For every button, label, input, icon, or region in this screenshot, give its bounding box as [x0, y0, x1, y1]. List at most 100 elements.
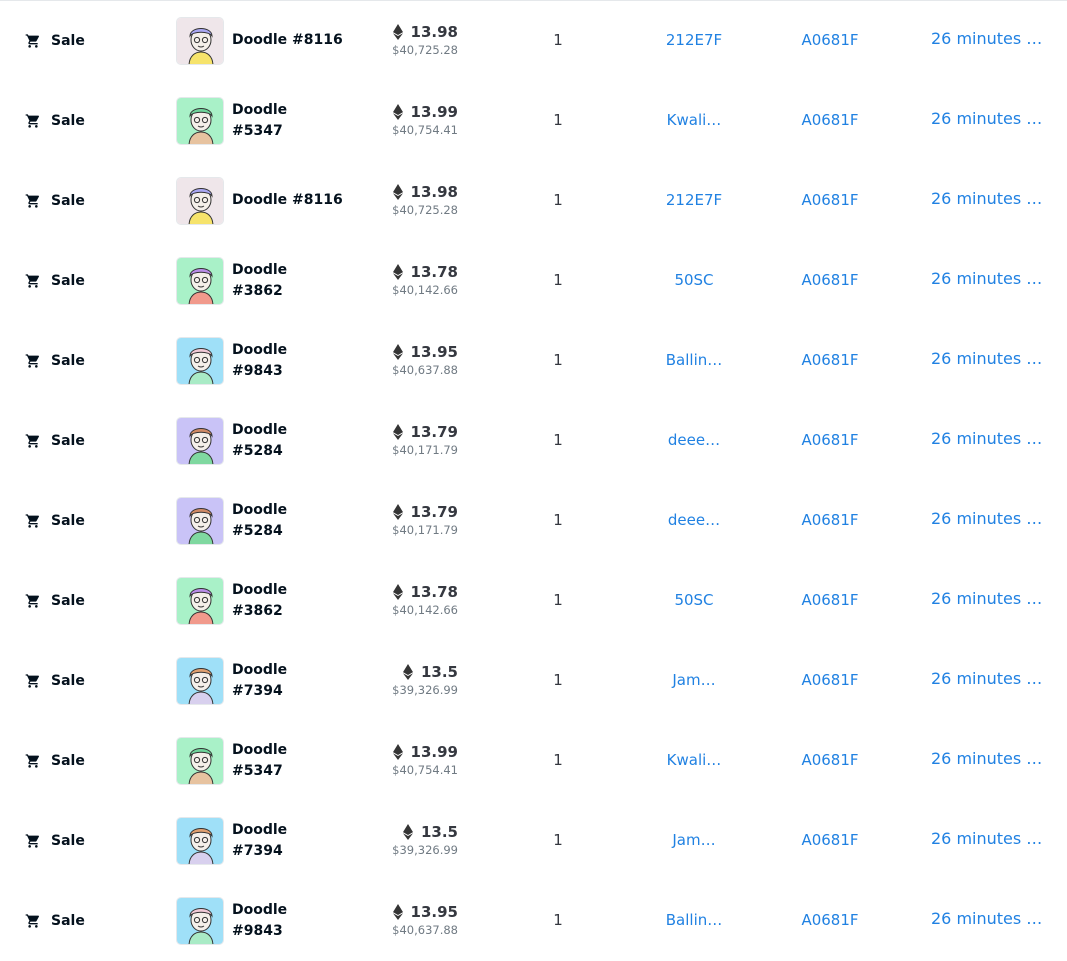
time-link[interactable]: 26 minutes ago	[931, 349, 1051, 368]
to-account-link[interactable]: A0681F	[798, 751, 862, 769]
event-label: Sale	[51, 33, 85, 49]
to-account-link[interactable]: A0681F	[798, 271, 862, 289]
price-eth: 13.95	[360, 902, 458, 922]
item-name-link[interactable]: Doodle #3862	[232, 260, 342, 302]
price-usd: $40,142.66	[392, 603, 458, 617]
from-account-link[interactable]: Ballin…	[662, 911, 726, 929]
price-usd: $39,326.99	[392, 683, 458, 697]
from-account-link[interactable]: Kwali…	[662, 751, 726, 769]
event-cell: Sale	[25, 432, 85, 450]
from-account-link[interactable]: Jam…	[662, 831, 726, 849]
item-thumbnail[interactable]	[176, 257, 224, 305]
table-row[interactable]: Sale Doodle #5284 13.79 $40,171.79 1 dee…	[0, 481, 1067, 561]
item-name-line1: Doodle #8116	[232, 192, 343, 208]
item-thumbnail[interactable]	[176, 497, 224, 545]
from-account-link[interactable]: Ballin…	[662, 351, 726, 369]
item-name-link[interactable]: Doodle #9843	[232, 900, 342, 942]
time-link[interactable]: 26 minutes ago	[931, 109, 1051, 128]
item-name-link[interactable]: Doodle #7394	[232, 820, 342, 862]
price-eth-value: 13.5	[420, 823, 458, 841]
item-name-link[interactable]: Doodle #5347	[232, 100, 342, 142]
table-row[interactable]: Sale Doodle #7394 13.5 $39,326.99 1 Jam……	[0, 641, 1067, 721]
time-link[interactable]: 26 minutes ago	[931, 429, 1051, 448]
to-account-link[interactable]: A0681F	[798, 191, 862, 209]
time-link[interactable]: 26 minutes ago	[931, 509, 1051, 528]
to-account-link[interactable]: A0681F	[798, 111, 862, 129]
to-account-link[interactable]: A0681F	[798, 31, 862, 49]
from-account-link[interactable]: deee…	[662, 431, 726, 449]
item-name-line1: Doodle	[232, 822, 288, 838]
from-account-link[interactable]: 50SC	[662, 591, 726, 609]
quantity: 1	[553, 271, 563, 289]
price-eth-value: 13.99	[410, 743, 458, 761]
table-row[interactable]: Sale Doodle #9843 13.95 $40,637.88 1 Bal…	[0, 321, 1067, 401]
table-row[interactable]: Sale Doodle #7394 13.5 $39,326.99 1 Jam……	[0, 801, 1067, 881]
from-account-link[interactable]: 212E7F	[662, 191, 726, 209]
item-name-link[interactable]: Doodle #5284	[232, 420, 342, 462]
price-cell: 13.79 $40,171.79	[360, 502, 458, 538]
time-link[interactable]: 26 minutes ago	[931, 909, 1051, 928]
time-link[interactable]: 26 minutes ago	[931, 189, 1051, 208]
table-row[interactable]: Sale Doodle #5347 13.99 $40,754.41 1 Kwa…	[0, 81, 1067, 161]
from-account-link[interactable]: 50SC	[662, 271, 726, 289]
time-link[interactable]: 26 minutes ago	[931, 589, 1051, 608]
table-row[interactable]: Sale Doodle #3862 13.78 $40,142.66 1 50S…	[0, 561, 1067, 641]
item-name-link[interactable]: Doodle #5347	[232, 740, 342, 782]
from-account-link[interactable]: deee…	[662, 511, 726, 529]
item-thumbnail[interactable]	[176, 177, 224, 225]
item-name-link[interactable]: Doodle #3862	[232, 580, 342, 622]
to-account-link[interactable]: A0681F	[798, 671, 862, 689]
to-account-link[interactable]: A0681F	[798, 831, 862, 849]
table-row[interactable]: Sale Doodle #5284 13.79 $40,171.79 1 dee…	[0, 401, 1067, 481]
time-link[interactable]: 26 minutes ago	[931, 269, 1051, 288]
event-cell: Sale	[25, 32, 85, 50]
doodle-avatar	[177, 738, 223, 784]
item-thumbnail[interactable]	[176, 737, 224, 785]
event-cell: Sale	[25, 832, 85, 850]
from-account-link[interactable]: 212E7F	[662, 31, 726, 49]
time-link[interactable]: 26 minutes ago	[931, 669, 1051, 688]
eth-icon	[392, 744, 403, 760]
item-name-link[interactable]: Doodle #8116	[232, 30, 343, 51]
table-row[interactable]: Sale Doodle #8116 13.98 $40,725.28 1 212…	[0, 161, 1067, 241]
time-link[interactable]: 26 minutes ago	[931, 29, 1051, 48]
item-name-link[interactable]: Doodle #7394	[232, 660, 342, 702]
event-cell: Sale	[25, 112, 85, 130]
from-account-link[interactable]: Jam…	[662, 671, 726, 689]
to-account-link[interactable]: A0681F	[798, 911, 862, 929]
cart-icon	[25, 514, 40, 528]
to-account-link[interactable]: A0681F	[798, 351, 862, 369]
to-account-link[interactable]: A0681F	[798, 591, 862, 609]
event-label: Sale	[51, 753, 85, 769]
item-name-link[interactable]: Doodle #5284	[232, 500, 342, 542]
table-row[interactable]: Sale Doodle #9843 13.95 $40,637.88 1 Bal…	[0, 881, 1067, 961]
price-cell: 13.78 $40,142.66	[360, 262, 458, 298]
item-name-link[interactable]: Doodle #9843	[232, 340, 342, 382]
table-row[interactable]: Sale Doodle #8116 13.98 $40,725.28 1 212…	[0, 1, 1067, 81]
item-thumbnail[interactable]	[176, 97, 224, 145]
event-label: Sale	[51, 433, 85, 449]
to-account-link[interactable]: A0681F	[798, 431, 862, 449]
eth-icon	[392, 504, 403, 520]
item-thumbnail[interactable]	[176, 577, 224, 625]
item-name-line2: #5347	[232, 123, 283, 139]
cart-icon	[25, 834, 40, 848]
item-thumbnail[interactable]	[176, 817, 224, 865]
event-cell: Sale	[25, 192, 85, 210]
price-eth-value: 13.99	[410, 103, 458, 121]
from-account-link[interactable]: Kwali…	[662, 111, 726, 129]
table-row[interactable]: Sale Doodle #5347 13.99 $40,754.41 1 Kwa…	[0, 721, 1067, 801]
time-link[interactable]: 26 minutes ago	[931, 749, 1051, 768]
item-name-link[interactable]: Doodle #8116	[232, 190, 343, 211]
item-thumbnail[interactable]	[176, 417, 224, 465]
cart-icon	[25, 594, 40, 608]
item-thumbnail[interactable]	[176, 17, 224, 65]
time-link[interactable]: 26 minutes ago	[931, 829, 1051, 848]
table-row[interactable]: Sale Doodle #3862 13.78 $40,142.66 1 50S…	[0, 241, 1067, 321]
to-account-link[interactable]: A0681F	[798, 511, 862, 529]
item-thumbnail[interactable]	[176, 337, 224, 385]
item-thumbnail[interactable]	[176, 897, 224, 945]
cart-icon	[25, 354, 40, 368]
item-thumbnail[interactable]	[176, 657, 224, 705]
event-label: Sale	[51, 833, 85, 849]
